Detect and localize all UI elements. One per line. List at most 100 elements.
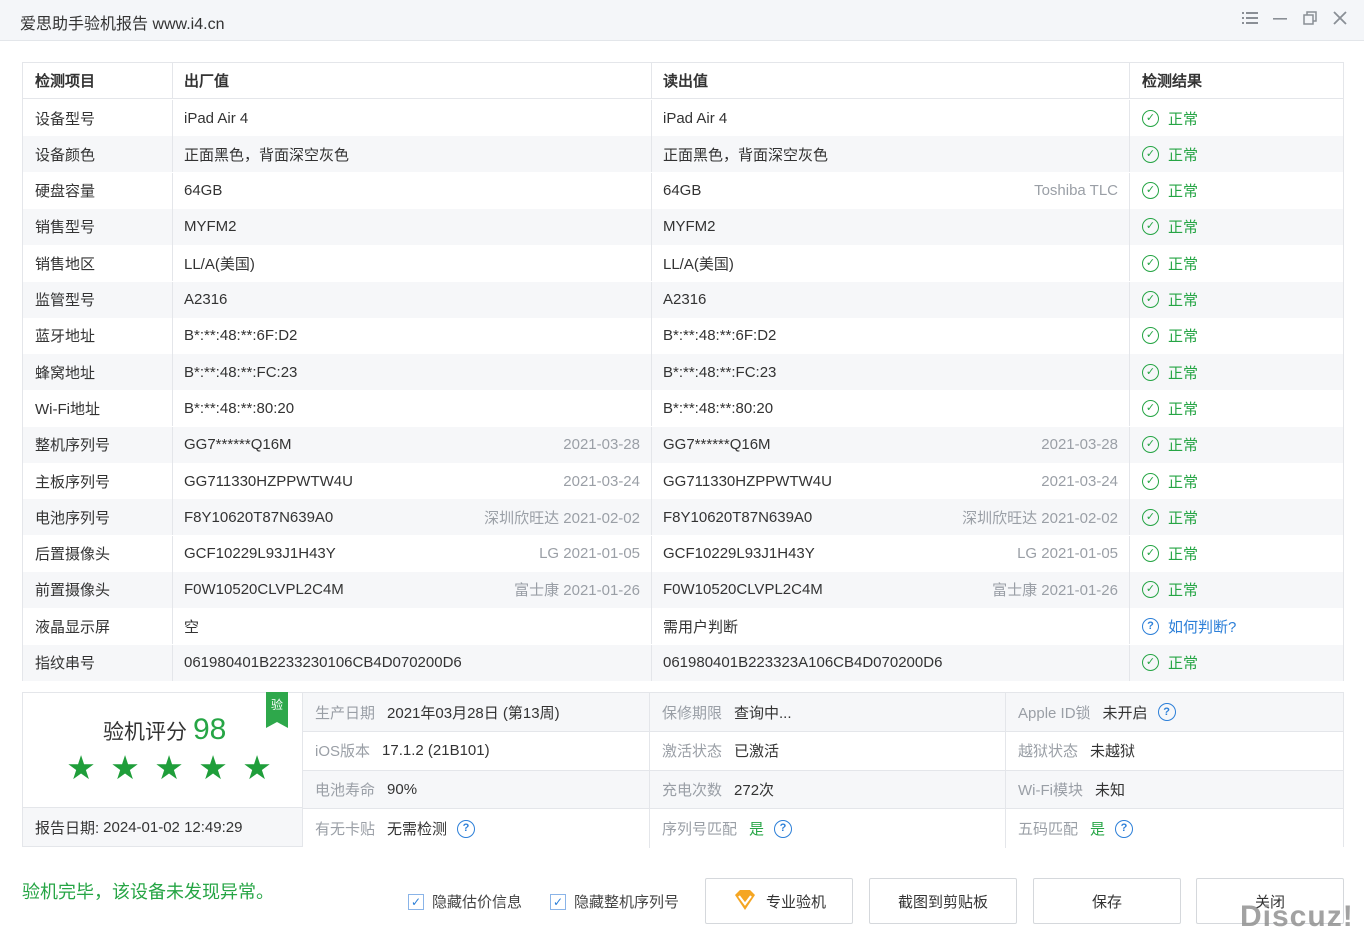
read-value: 64GB Toshiba TLC <box>652 172 1130 209</box>
result-cell: ✓ 正常 <box>1130 463 1343 499</box>
help-icon[interactable]: ? <box>774 819 793 838</box>
summary-row: 电池寿命 90% 充电次数 272次 Wi-Fi模块 未知 <box>303 770 1343 810</box>
item-name: 电池序列号 <box>23 499 173 536</box>
check-circle-icon: ✓ <box>1142 182 1159 200</box>
table-row: 后置摄像头 GCF10229L93J1H43Y LG 2021-01-05 GCF10… <box>23 535 1343 572</box>
result-cell: ✓ 正常 <box>1130 136 1343 172</box>
table-row: 硬盘容量 64GB 64GB Toshiba TLC ✓ 正常 <box>23 172 1343 209</box>
star-icon: ★ <box>66 749 96 786</box>
read-value: 需用户判断 <box>652 608 1130 645</box>
read-value: B*:**:48:**:80:20 <box>652 390 1130 427</box>
save-button[interactable]: 保存 <box>1033 878 1181 924</box>
read-value: F8Y10620T87N639A0 深圳欣旺达 2021-02-02 <box>652 499 1130 536</box>
result-cell: ✓ 正常 <box>1130 100 1343 136</box>
how-to-judge-link[interactable]: ? 如何判断? <box>1142 616 1236 637</box>
check-circle-icon: ✓ <box>1142 327 1159 345</box>
detection-table: 检测项目 出厂值 读出值 检测结果 设备型号 iPad Air 4 iPad Air… <box>22 62 1344 681</box>
result-cell: ✓ 正常 <box>1130 499 1343 535</box>
factory-value: B*:**:48:**:FC:23 <box>173 354 652 391</box>
result-ok: ✓ 正常 <box>1142 434 1198 455</box>
summary-field: 电池寿命 90% <box>303 770 650 809</box>
factory-note: 2021-03-28 <box>563 436 640 454</box>
check-circle-icon: ✓ <box>1142 109 1159 127</box>
read-value: MYFM2 <box>652 208 1130 245</box>
header-result: 检测结果 <box>1142 73 1203 90</box>
summary-key: 有无卡贴 <box>315 821 376 839</box>
restore-icon[interactable] <box>1298 8 1322 32</box>
header-item: 检测项目 <box>23 63 173 98</box>
item-name: 整机序列号 <box>23 426 173 463</box>
item-name: 销售型号 <box>23 208 173 245</box>
result-ok: ✓ 正常 <box>1142 652 1198 673</box>
result-cell[interactable]: ? 如何判断? <box>1130 608 1343 644</box>
menu-icon[interactable] <box>1238 8 1262 32</box>
close-icon[interactable] <box>1328 8 1352 32</box>
table-row: 设备颜色 正面黑色，背面深空灰色 正面黑色，背面深空灰色 ✓ 正常 <box>23 136 1343 173</box>
help-icon[interactable]: ? <box>1157 703 1176 721</box>
score-box: 验机评分 98 ★ ★ ★ ★ ★ 验 <box>23 692 303 808</box>
factory-value: GG711330HZPPWTW4U 2021-03-24 <box>173 463 652 499</box>
summary-value: 272次 <box>734 781 775 799</box>
read-value: B*:**:48:**:6F:D2 <box>652 317 1130 354</box>
table-row: 液晶显示屏空需用户判断 ? 如何判断? <box>23 608 1343 645</box>
factory-note: 深圳欣旺达 2021-02-02 <box>484 509 640 527</box>
item-name: 主板序列号 <box>23 463 173 499</box>
hide-serial-checkbox[interactable]: ✓ 隐藏整机序列号 <box>550 891 679 912</box>
result-cell: ✓ 正常 <box>1130 354 1343 390</box>
result-ok: ✓ 正常 <box>1142 543 1198 564</box>
check-circle-icon: ✓ <box>1142 399 1159 417</box>
summary-key: 保修期限 <box>662 704 723 722</box>
factory-value: 正面黑色，背面深空灰色 <box>173 136 652 173</box>
summary-key: Wi-Fi模块 <box>1018 781 1083 799</box>
help-icon[interactable]: ? <box>1115 819 1134 838</box>
check-circle-icon: ✓ <box>1142 145 1159 163</box>
checkbox-checked-icon[interactable]: ✓ <box>550 893 566 910</box>
star-icon: ★ <box>154 749 184 786</box>
read-value: 正面黑色，背面深空灰色 <box>652 136 1130 173</box>
result-cell: ✓ 正常 <box>1130 390 1343 426</box>
item-name: Wi-Fi地址 <box>23 390 173 427</box>
hide-valuation-checkbox[interactable]: ✓ 隐藏估价信息 <box>408 891 522 912</box>
table-row: 销售型号 MYFM2 MYFM2 ✓ 正常 <box>23 208 1343 245</box>
summary-field: Apple ID锁 未开启? <box>1006 693 1343 731</box>
check-circle-icon: ✓ <box>1142 545 1159 563</box>
summary-row: 生产日期 2021年03月28日 (第13周) 保修期限 查询中... Apple ID… <box>303 693 1343 732</box>
star-icon: ★ <box>110 749 140 786</box>
factory-value: F0W10520CLVPL2C4M 富士康 2021-01-26 <box>173 571 652 608</box>
help-icon[interactable]: ? <box>457 819 476 838</box>
result-ok: ✓ 正常 <box>1142 289 1198 310</box>
result-cell: ✓ 正常 <box>1130 536 1343 572</box>
read-value: 061980401B223323A106CB4D070200D6 <box>652 644 1130 681</box>
summary-value: 查询中... <box>734 704 792 722</box>
table-row: Wi-Fi地址 B*:**:48:**:80:20 B*:**:48:**:80:2… <box>23 390 1343 427</box>
summary-field: 五码匹配是? <box>1006 809 1343 848</box>
table-row: 设备型号 iPad Air 4 iPad Air 4 ✓ 正常 <box>23 100 1343 136</box>
read-value: LL/A(美国) <box>652 245 1130 282</box>
summary-field: 有无卡贴 无需检测? <box>303 809 650 849</box>
check-circle-icon: ✓ <box>1142 291 1159 308</box>
factory-value: 64GB <box>173 172 652 209</box>
read-value: B*:**:48:**:FC:23 <box>652 354 1130 391</box>
read-value: A2316 <box>652 281 1130 318</box>
result-ok: ✓ 正常 <box>1142 507 1198 528</box>
checkbox-checked-icon[interactable]: ✓ <box>408 893 424 910</box>
read-value: GG711330HZPPWTW4U 2021-03-24 <box>652 463 1130 499</box>
factory-value: LL/A(美国) <box>173 245 652 282</box>
check-circle-icon: ✓ <box>1142 654 1159 671</box>
item-name: 蜂窝地址 <box>23 354 173 391</box>
factory-note: LG 2021-01-05 <box>539 545 640 563</box>
result-cell: ✓ 正常 <box>1130 173 1343 209</box>
star-icon: ★ <box>198 749 228 786</box>
screenshot-to-clipboard-button[interactable]: 截图到剪贴板 <box>869 878 1017 924</box>
minimize-icon[interactable] <box>1268 8 1292 32</box>
result-ok: ✓ 正常 <box>1142 216 1198 237</box>
item-name: 后置摄像头 <box>23 535 173 572</box>
title-bar: 爱思助手验机报告 www.i4.cn <box>0 0 1364 41</box>
result-cell: ✓ 正常 <box>1130 245 1343 281</box>
pro-check-button[interactable]: 专业验机 <box>705 878 853 924</box>
summary-value: 未知 <box>1094 781 1125 799</box>
summary-key: iOS版本 <box>315 743 371 761</box>
summary-row: 有无卡贴 无需检测? 序列号匹配是? 五码匹配是? <box>303 809 1343 849</box>
summary-field: 生产日期 2021年03月28日 (第13周) <box>303 693 650 731</box>
table-row: 指纹串号 061980401B2233230106CB4D070200D6 0619… <box>23 644 1343 681</box>
